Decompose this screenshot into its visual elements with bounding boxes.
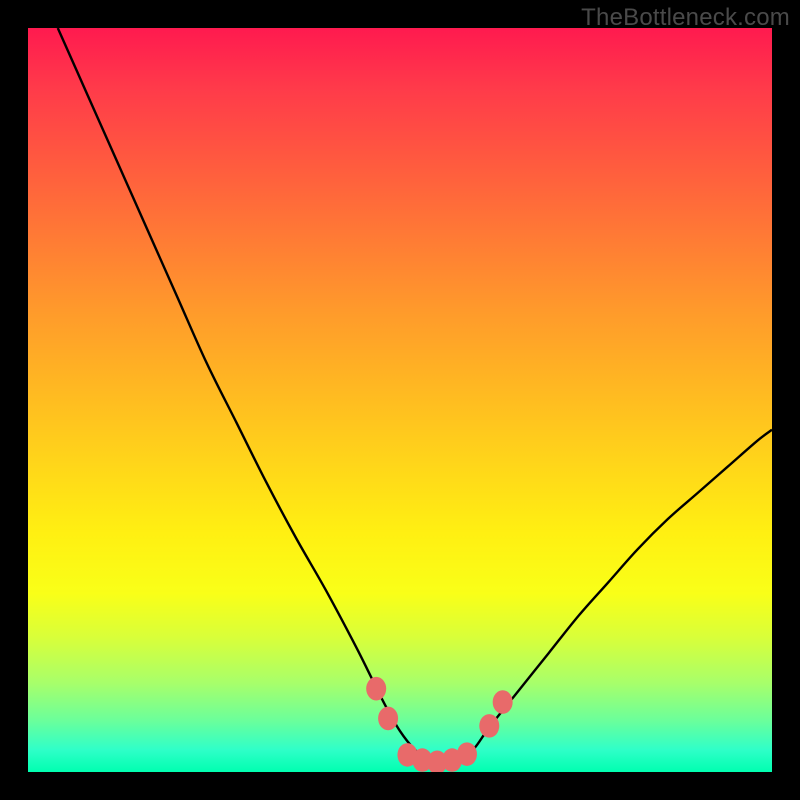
marker-floor-3 [427, 751, 447, 772]
chart-svg [28, 28, 772, 772]
marker-right-outer [493, 690, 513, 714]
chart-plot-area [28, 28, 772, 772]
marker-floor-5 [457, 742, 477, 766]
marker-floor-2 [412, 748, 432, 772]
marker-floor-1 [397, 743, 417, 767]
bottleneck-curve [58, 28, 772, 765]
marker-left-mid [378, 707, 398, 731]
marker-left-outer [366, 677, 386, 701]
marker-floor-4 [442, 748, 462, 772]
watermark-text: TheBottleneck.com [581, 4, 790, 32]
marker-right-mid [479, 714, 499, 738]
marker-group [366, 677, 512, 772]
chart-frame: TheBottleneck.com [0, 0, 800, 800]
